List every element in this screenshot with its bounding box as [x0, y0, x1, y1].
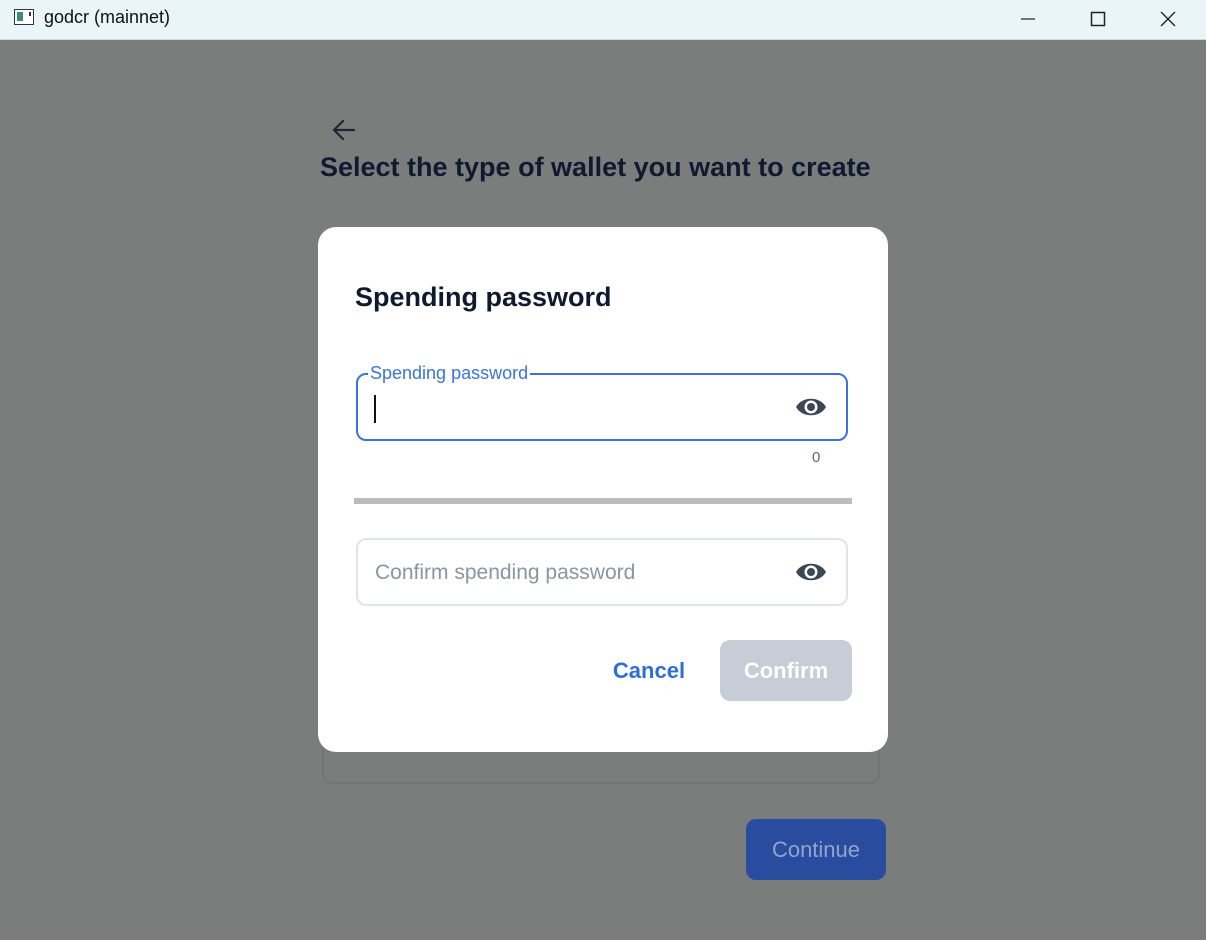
password-char-count: 0	[812, 449, 821, 466]
confirm-password-input[interactable]: Confirm spending password	[356, 538, 848, 606]
password-strength-bar	[354, 498, 852, 504]
close-button[interactable]	[1145, 0, 1191, 39]
window-title: godcr (mainnet)	[44, 7, 171, 27]
arrow-left-icon[interactable]	[330, 116, 358, 144]
minimize-button[interactable]	[1005, 0, 1051, 39]
spending-password-input[interactable]: Spending password	[356, 363, 848, 441]
confirm-button[interactable]: Confirm	[720, 640, 852, 701]
minimize-icon	[1021, 18, 1035, 20]
window-titlebar: godcr (mainnet)	[0, 0, 1206, 40]
text-caret	[374, 395, 376, 423]
app-window-icon	[14, 9, 34, 25]
page-title: Select the type of wallet you want to cr…	[320, 152, 871, 182]
confirm-password-placeholder: Confirm spending password	[375, 561, 636, 584]
cancel-button[interactable]: Cancel	[603, 640, 695, 701]
spending-password-modal: Spending password Spending password 0 Co…	[318, 227, 888, 752]
maximize-icon	[1090, 11, 1106, 27]
eye-icon[interactable]	[794, 394, 828, 420]
close-icon	[1160, 11, 1176, 27]
modal-title: Spending password	[355, 282, 612, 312]
continue-button[interactable]: Continue	[746, 819, 886, 880]
maximize-button[interactable]	[1075, 0, 1121, 39]
eye-icon[interactable]	[794, 559, 828, 585]
spending-password-label: Spending password	[368, 363, 531, 383]
